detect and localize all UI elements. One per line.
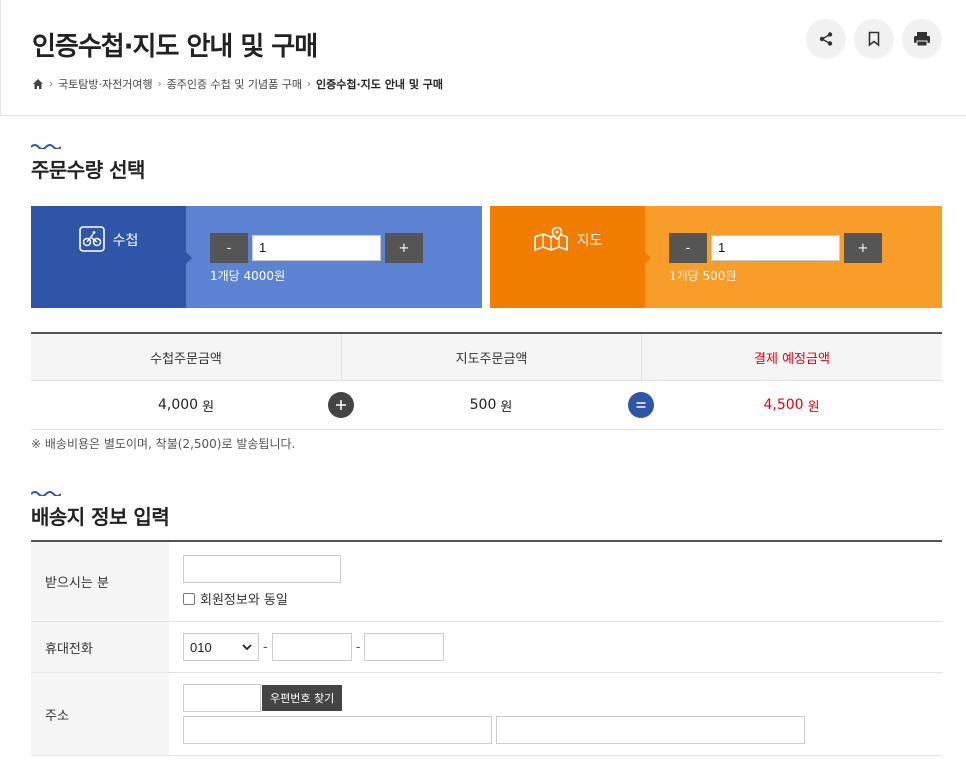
breadcrumb-current: 인증수첩·지도 안내 및 구매	[316, 78, 444, 91]
address-input[interactable]	[183, 716, 492, 744]
breadcrumb-sep-icon: ›	[307, 78, 312, 90]
map-label: 지도	[576, 233, 603, 249]
map-controls: - 1 + 1개당 500원	[645, 206, 882, 308]
phone-separator: -	[355, 639, 361, 655]
home-icon[interactable]	[32, 78, 44, 90]
total-amount: 4,500	[763, 397, 804, 413]
passbook-controls: - 1 + 1개당 4000원	[186, 206, 423, 308]
total-amount-header: 결제 예정금액	[641, 334, 942, 380]
address-detail-input[interactable]	[496, 716, 805, 744]
same-as-member-option[interactable]: 회원정보와 동일	[183, 589, 928, 608]
phone-label: 휴대전화	[31, 622, 169, 672]
breadcrumb-item[interactable]: 국토탐방·자전거여행	[58, 76, 153, 92]
passbook-order-box: 수첩 - 1 + 1개당 4000원	[31, 206, 482, 308]
summary-value-row: 4,000 원 500 원 4,500 원	[31, 381, 942, 430]
map-label-panel: 지도	[490, 206, 651, 308]
zipcode-input[interactable]	[183, 684, 261, 712]
equals-operator-icon	[628, 392, 654, 418]
breadcrumb-item[interactable]: 종주인증 수첩 및 기념품 구매	[167, 76, 302, 92]
passbook-unit-price: 1개당 4000원	[210, 269, 286, 283]
currency-unit: 원	[500, 399, 513, 415]
address-row: 주소 우편번호 찾기	[31, 673, 942, 756]
same-as-member-checkbox[interactable]	[183, 592, 195, 605]
map-minus-button[interactable]: -	[669, 233, 707, 263]
passbook-amount-header: 수첩주문금액	[150, 351, 222, 367]
map-order-box: 지도 - 1 + 1개당 500원	[490, 206, 942, 308]
print-icon	[914, 32, 930, 47]
recipient-name-input[interactable]	[183, 555, 341, 583]
shipping-form: 받으시는 분 회원정보와 동일 휴대전화 010 - - 주소 우편번호 찾기	[31, 540, 942, 756]
order-section-title: 주문수량 선택	[31, 158, 145, 182]
plus-operator-icon	[328, 392, 354, 418]
same-as-member-label: 회원정보와 동일	[200, 593, 288, 608]
map-icon	[533, 226, 568, 251]
map-amount-header: 지도주문금액	[341, 334, 641, 380]
passbook-quantity-stepper: - 1 +	[210, 233, 423, 263]
passbook-quantity-input[interactable]: 1	[252, 235, 381, 261]
breadcrumb: › 국토탐방·자전거여행 › 종주인증 수첩 및 기념품 구매 › 인증수첩·지…	[32, 76, 443, 92]
breadcrumb-sep-icon: ›	[49, 78, 53, 90]
share-button[interactable]	[806, 19, 846, 59]
breadcrumb-sep-icon: ›	[157, 78, 162, 90]
address-label: 주소	[31, 673, 169, 755]
header-actions	[806, 19, 942, 59]
map-quantity-input[interactable]: 1	[711, 235, 840, 261]
wave-icon	[31, 491, 61, 496]
map-plus-button[interactable]: +	[844, 233, 882, 263]
passbook-label: 수첩	[112, 233, 139, 249]
page-title: 인증수첩·지도 안내 및 구매	[32, 32, 318, 62]
bookmark-icon	[868, 31, 880, 47]
shipping-cost-note: ※ 배송비용은 별도이며, 착불(2,500)로 발송됩니다.	[31, 437, 296, 451]
total-amount-cell: 4,500 원	[641, 381, 942, 429]
passbook-amount: 4,000	[157, 397, 199, 413]
passbook-amount-cell: 4,000 원	[31, 381, 341, 429]
map-quantity-stepper: - 1 +	[669, 233, 882, 263]
summary-header-row: 수첩주문금액 지도주문금액 결제 예정금액	[31, 334, 942, 381]
chevron-down-icon	[242, 644, 252, 650]
zipcode-search-button[interactable]: 우편번호 찾기	[262, 685, 343, 711]
wave-icon	[31, 144, 61, 149]
currency-unit: 원	[202, 399, 215, 415]
phone-prefix-value: 010	[190, 639, 212, 655]
shipping-section-title: 배송지 정보 입력	[31, 505, 170, 529]
map-unit-price: 1개당 500원	[669, 269, 737, 283]
order-summary-table: 수첩주문금액 지도주문금액 결제 예정금액 4,000 원 500 원 4,50…	[31, 332, 942, 430]
phone-separator: -	[263, 639, 268, 655]
page-header: 인증수첩·지도 안내 및 구매 › 국토탐방·자전거여행 › 종주인증 수첩 및…	[0, 0, 966, 116]
bicycle-icon	[78, 226, 105, 252]
phone-middle-input[interactable]	[271, 633, 352, 661]
passbook-label-panel: 수첩	[31, 206, 192, 308]
recipient-label: 받으시는 분	[31, 542, 169, 621]
share-icon	[819, 32, 833, 46]
map-amount: 500	[469, 397, 497, 413]
phone-prefix-select[interactable]: 010	[183, 633, 259, 661]
bookmark-button[interactable]	[854, 19, 894, 59]
map-amount-cell: 500 원	[341, 381, 641, 429]
phone-last-input[interactable]	[364, 633, 445, 661]
passbook-minus-button[interactable]: -	[210, 233, 248, 263]
recipient-row: 받으시는 분 회원정보와 동일	[31, 542, 942, 622]
currency-unit: 원	[807, 399, 820, 415]
passbook-plus-button[interactable]: +	[385, 233, 423, 263]
print-button[interactable]	[902, 19, 942, 59]
phone-row: 휴대전화 010 - -	[31, 622, 942, 673]
